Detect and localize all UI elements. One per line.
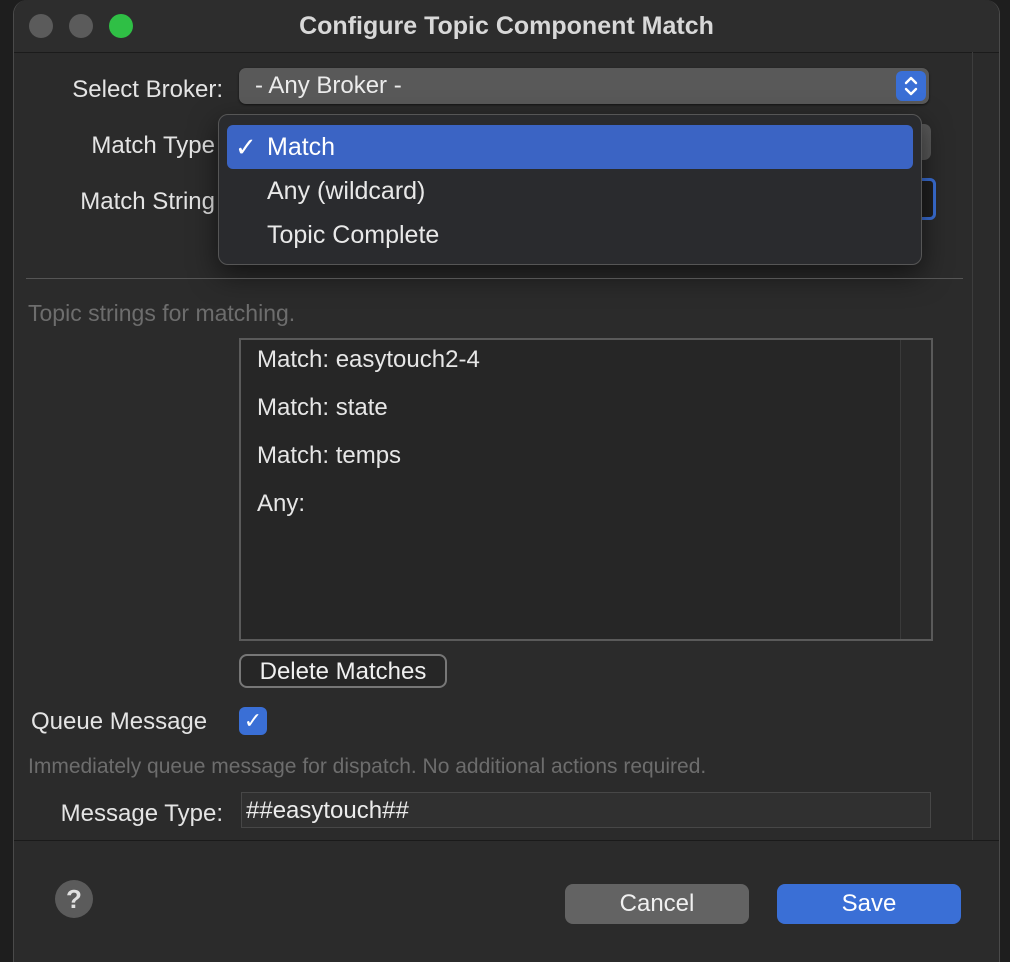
scroll-edge xyxy=(972,52,973,840)
queue-message-checkbox[interactable]: ✓ xyxy=(239,707,267,735)
list-scrollbar[interactable] xyxy=(900,340,931,639)
menu-item-match[interactable]: ✓ Match xyxy=(227,125,913,169)
queue-message-label: Queue Message xyxy=(31,708,208,735)
topic-strings-list[interactable]: Match: easytouch2-4 Match: state Match: … xyxy=(239,338,933,641)
title-bar: Configure Topic Component Match xyxy=(14,0,999,53)
broker-label: Select Broker: xyxy=(72,76,223,103)
checkbox-check-icon: ✓ xyxy=(243,708,263,733)
dialog-window: Configure Topic Component Match Select B… xyxy=(13,0,1000,962)
popup-stepper-icon xyxy=(896,71,926,101)
message-type-label: Message Type: xyxy=(60,800,223,827)
footer-divider xyxy=(14,840,999,841)
match-string-label: Match String xyxy=(80,188,215,215)
menu-item-any-wildcard[interactable]: Any (wildcard) xyxy=(227,169,913,213)
list-item[interactable]: Match: state xyxy=(257,394,388,422)
broker-popup[interactable]: - Any Broker - xyxy=(239,68,929,104)
window-title: Configure Topic Component Match xyxy=(299,12,714,40)
message-type-input[interactable]: ##easytouch## xyxy=(241,792,931,828)
list-item[interactable]: Match: easytouch2-4 xyxy=(257,346,480,374)
save-button[interactable]: Save xyxy=(777,884,961,924)
menu-item-label: Match xyxy=(267,133,336,161)
checkmark-icon: ✓ xyxy=(235,132,257,162)
queue-message-hint: Immediately queue message for dispatch. … xyxy=(28,755,707,778)
topic-strings-hint: Topic strings for matching. xyxy=(28,300,296,326)
match-type-menu: ✓ Match Any (wildcard) Topic Complete xyxy=(218,114,922,265)
menu-item-label: Any (wildcard) xyxy=(267,177,426,205)
help-button[interactable]: ? xyxy=(55,880,93,918)
cancel-button[interactable]: Cancel xyxy=(565,884,749,924)
list-item[interactable]: Match: temps xyxy=(257,442,401,470)
list-item[interactable]: Any: xyxy=(257,490,305,518)
menu-item-topic-complete[interactable]: Topic Complete xyxy=(227,213,913,257)
section-divider xyxy=(26,278,963,279)
match-type-label: Match Type xyxy=(91,132,215,159)
broker-popup-value: - Any Broker - xyxy=(255,72,402,99)
delete-matches-button[interactable]: Delete Matches xyxy=(239,654,447,688)
menu-item-label: Topic Complete xyxy=(267,221,440,249)
